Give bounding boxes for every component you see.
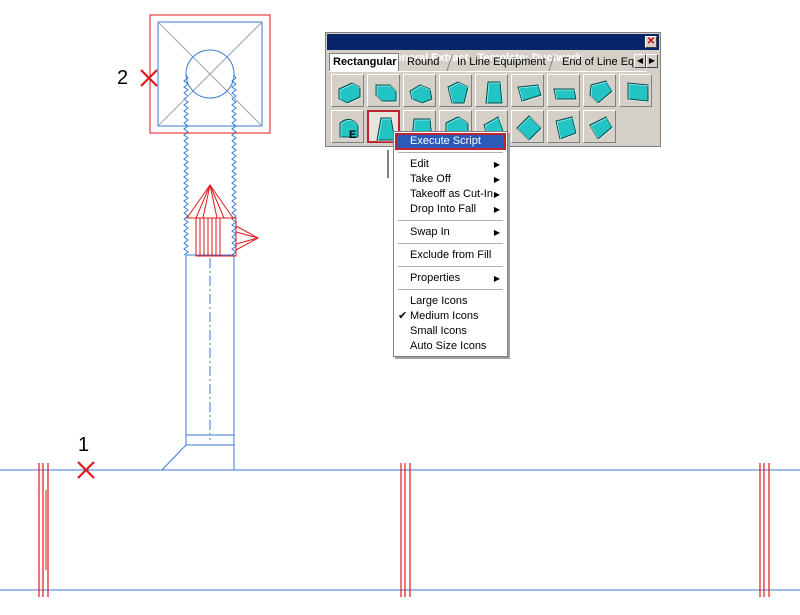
menu-item-label: Take Off	[410, 173, 451, 185]
checkmark-icon: ✔	[398, 310, 408, 322]
menu-separator	[398, 152, 503, 153]
flexible-duct[interactable]	[183, 74, 189, 256]
menu-item-drop-into-fall[interactable]: Drop Into Fall ▶	[396, 202, 505, 217]
tab-round[interactable]: Round	[407, 55, 447, 71]
duct-joint[interactable]	[759, 463, 770, 597]
fitting-tool-button[interactable]	[439, 74, 472, 107]
palette-title-bar[interactable]: Service: General Extract Template: Ductw…	[327, 34, 659, 64]
menu-item-label: Exclude from Fill	[410, 249, 492, 261]
branch-duct[interactable]	[161, 254, 235, 471]
menu-item-label: Auto Size Icons	[410, 340, 487, 352]
menu-item-label: Drop Into Fall	[410, 203, 477, 215]
menu-item-label: Properties	[410, 272, 461, 284]
menu-item-medium-icons[interactable]: Medium Icons ✔	[396, 309, 505, 324]
menu-item-auto-size-icons[interactable]: Auto Size Icons	[396, 339, 505, 354]
marker-cross-2[interactable]	[140, 69, 158, 87]
duct-fitting-icon	[447, 81, 470, 105]
context-menu: Execute Script Edit ▶ Take Off ▶ Takeoff as C…	[393, 131, 508, 357]
fitting-tool-button[interactable]	[511, 74, 544, 107]
menu-item-exclude-from-fill[interactable]: Exclude from Fill	[396, 248, 505, 263]
submenu-arrow-icon: ▶	[493, 205, 500, 214]
duct-fitting-icon	[516, 115, 542, 141]
menu-item-edit[interactable]: Edit ▶	[396, 157, 505, 172]
tab-in-line-equipment[interactable]: In Line Equipment	[457, 55, 557, 71]
fitting-tool-button[interactable]	[583, 74, 616, 107]
duct-fitting-icon	[627, 82, 650, 103]
duct-fitting-icon	[589, 80, 614, 105]
submenu-arrow-icon: ▶	[493, 175, 500, 184]
menu-item-takeoff-as-cut-in[interactable]: Takeoff as Cut-In ▶	[396, 187, 505, 202]
menu-separator	[398, 266, 503, 267]
marker-label-1: 1	[78, 434, 90, 456]
close-icon[interactable]: ✕	[645, 36, 657, 48]
fitting-tool-button[interactable]	[619, 74, 652, 107]
menu-item-label: Small Icons	[410, 325, 467, 337]
fitting-palette-window[interactable]: Service: General Extract Template: Ductw…	[325, 32, 661, 147]
fitting-tool-button[interactable]	[403, 74, 436, 107]
menu-item-label: Takeoff as Cut-In	[410, 188, 493, 200]
menu-separator	[398, 243, 503, 244]
duct-joint[interactable]	[38, 463, 49, 597]
tab-scroll-right-button[interactable]: ▶	[646, 54, 658, 68]
duct-fitting-icon	[338, 82, 362, 105]
menu-item-swap-in[interactable]: Swap In ▶	[396, 225, 505, 240]
damper-fitting[interactable]	[186, 184, 260, 257]
duct-fitting-icon	[375, 84, 398, 103]
menu-item-small-icons[interactable]: Small Icons	[396, 324, 505, 339]
menu-item-large-icons[interactable]: Large Icons	[396, 294, 505, 309]
fitting-tool-button[interactable]	[475, 74, 508, 107]
menu-item-take-off[interactable]: Take Off ▶	[396, 172, 505, 187]
marker-label-2: 2	[117, 67, 129, 89]
duct-fitting-icon	[589, 116, 614, 141]
duct-fitting-icon	[553, 88, 578, 101]
submenu-arrow-icon: ▶	[493, 228, 500, 237]
menu-separator	[398, 289, 503, 290]
duct-fitting-icon	[339, 119, 360, 139]
duct-fitting-icon	[555, 116, 578, 141]
menu-separator	[398, 220, 503, 221]
fitting-tool-button[interactable]	[547, 74, 580, 107]
submenu-arrow-icon: ▶	[493, 190, 500, 199]
fitting-tool-button[interactable]	[331, 74, 364, 107]
grille[interactable]	[149, 14, 271, 134]
fitting-tool-button[interactable]	[511, 110, 544, 143]
fitting-tool-button[interactable]: E	[331, 110, 364, 143]
submenu-arrow-icon: ▶	[493, 160, 500, 169]
duct-fitting-icon	[409, 84, 434, 105]
fitting-tool-button[interactable]	[547, 110, 580, 143]
palette-tab-strip: Rectangular Round In Line Equipment End …	[329, 53, 659, 71]
tab-scroll-left-button[interactable]: ◀	[634, 54, 646, 68]
script-badge: E	[349, 129, 357, 141]
fitting-tool-button[interactable]	[367, 74, 400, 107]
tab-end-of-line-equipment[interactable]: End of Line Equip	[562, 55, 634, 71]
menu-item-label: Edit	[410, 158, 429, 170]
menu-item-label: Execute Script	[410, 135, 481, 147]
menu-item-label: Swap In	[410, 226, 450, 238]
tab-rectangular[interactable]: Rectangular	[329, 53, 399, 71]
menu-item-label: Medium Icons	[410, 310, 479, 322]
menu-item-label: Large Icons	[410, 295, 468, 307]
flexible-duct[interactable]	[231, 74, 237, 256]
duct-joint[interactable]	[400, 463, 411, 597]
duct-fitting-icon	[485, 81, 504, 105]
submenu-arrow-icon: ▶	[493, 274, 500, 283]
duct-fitting-icon	[517, 84, 542, 103]
menu-item-properties[interactable]: Properties ▶	[396, 271, 505, 286]
menu-item-execute-script[interactable]: Execute Script	[395, 133, 506, 150]
fitting-tool-button[interactable]	[583, 110, 616, 143]
